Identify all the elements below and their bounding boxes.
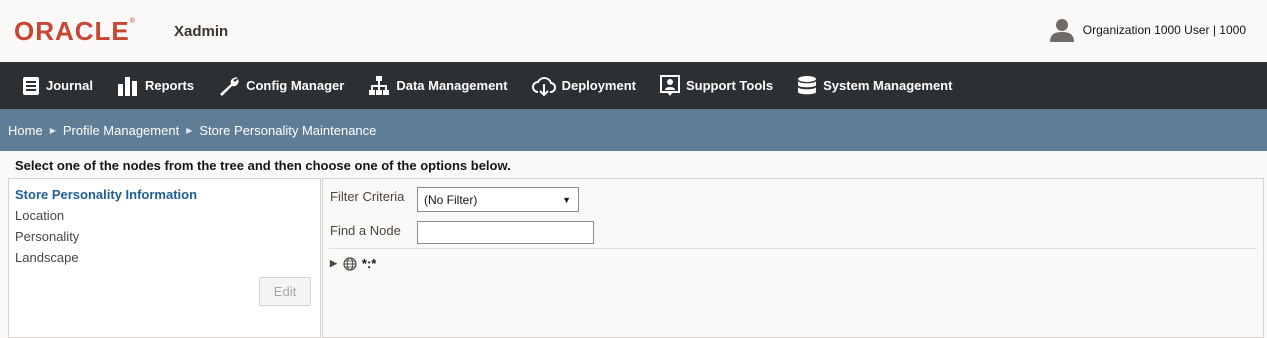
breadcrumb-current-page: Store Personality Maintenance [199, 122, 377, 138]
bar-chart-icon [117, 76, 137, 96]
user-label: Organization 1000 User | 1000 [1082, 23, 1246, 37]
nav-label: Config Manager [246, 78, 345, 93]
nav-label: Journal [46, 78, 93, 93]
nav-label: System Management [823, 78, 953, 93]
nav-deployment[interactable]: Deployment [520, 62, 648, 109]
database-icon [798, 75, 817, 94]
support-icon [659, 74, 680, 96]
option-store-personality-information[interactable]: Store Personality Information [15, 187, 197, 202]
tree-root-label: *:* [361, 256, 377, 271]
breadcrumb: Home ▶ Profile Management ▶ Store Person… [0, 109, 1267, 151]
nav-label: Reports [144, 78, 195, 93]
filter-criteria-select[interactable]: (No Filter) ▼ [417, 187, 579, 212]
chevron-right-icon: ▶ [49, 125, 56, 135]
oracle-logo[interactable]: ORACLE® [14, 16, 136, 47]
option-landscape[interactable]: Landscape [15, 250, 79, 265]
chevron-right-icon: ▶ [186, 125, 193, 135]
instructions: Select one of the nodes from the tree an… [15, 158, 511, 173]
nav-label: Support Tools [685, 78, 774, 93]
nav-label: Deployment [561, 78, 636, 93]
nav-label: Data Management [396, 78, 508, 93]
option-personality[interactable]: Personality [15, 229, 79, 244]
nav-support-tools[interactable]: Support Tools [648, 62, 785, 109]
breadcrumb-profile-management[interactable]: Profile Management [63, 123, 179, 138]
nav-journal[interactable]: Journal [0, 62, 105, 109]
user-menu[interactable]: Organization 1000 User | 1000 [1049, 17, 1246, 43]
cloud-download-icon [531, 76, 556, 96]
nav-data-management[interactable]: Data Management [356, 62, 519, 109]
nav-config-manager[interactable]: Config Manager [206, 62, 356, 109]
options-panel: Store Personality Information Location P… [8, 178, 321, 338]
option-location[interactable]: Location [15, 208, 64, 223]
globe-icon [343, 256, 357, 271]
find-node-input[interactable] [417, 221, 594, 244]
app-header: ORACLE® Xadmin Organization 1000 User | … [0, 0, 1267, 62]
tree-panel: Filter Criteria (No Filter) ▼ Find a Nod… [322, 178, 1264, 338]
main-nav: Journal Reports Config Manager Data Mana… [0, 62, 1267, 109]
dropdown-caret-icon: ▼ [562, 195, 571, 205]
wrench-icon [220, 76, 239, 96]
find-node-label: Find a Node [330, 223, 401, 238]
breadcrumb-home[interactable]: Home [8, 123, 43, 138]
filter-criteria-label: Filter Criteria [330, 189, 405, 204]
app-name: Xadmin [174, 23, 229, 40]
expand-triangle-icon[interactable]: ▶ [330, 258, 337, 269]
journal-icon [23, 76, 39, 95]
user-icon [1049, 19, 1074, 42]
divider [329, 248, 1257, 249]
nav-system-management[interactable]: System Management [785, 62, 964, 109]
nav-reports[interactable]: Reports [105, 62, 206, 109]
filter-criteria-value: (No Filter) [424, 192, 478, 207]
edit-button[interactable]: Edit [259, 277, 311, 306]
tree-root-node[interactable]: ▶ *:* [330, 256, 376, 271]
hierarchy-icon [369, 75, 390, 95]
